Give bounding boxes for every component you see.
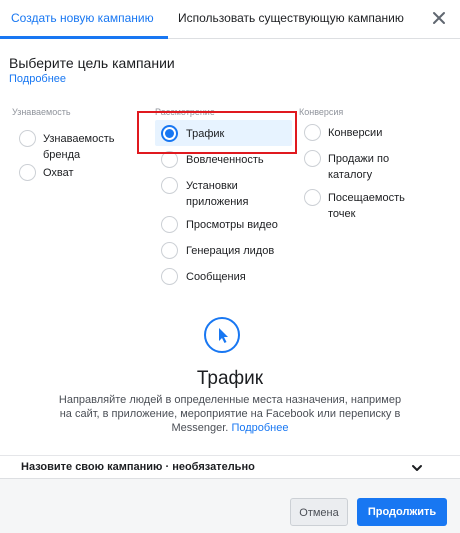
- option-label: Конверсии: [328, 127, 383, 139]
- cancel-button[interactable]: Отмена: [290, 498, 348, 526]
- campaign-name-label: Назовите свою кампанию · необязательно: [21, 461, 255, 473]
- option-label: Трафик: [186, 128, 225, 140]
- radio-button[interactable]: [161, 242, 178, 259]
- cursor-pointer-icon: [204, 317, 240, 353]
- option-label: Генерация лидов: [186, 245, 275, 257]
- objective-engagement[interactable]: Вовлеченность: [161, 151, 289, 173]
- objective-reach[interactable]: Охват: [19, 164, 144, 186]
- radio-button[interactable]: [161, 216, 178, 233]
- objective-messages[interactable]: Сообщения: [161, 268, 289, 290]
- description-text: Направляйте людей в определенные места н…: [58, 394, 402, 434]
- option-label: Посещаемость точек: [328, 192, 405, 220]
- objective-video-views[interactable]: Просмотры видео: [161, 216, 289, 238]
- column-label-conversion: Конверсия: [299, 107, 344, 117]
- column-label-awareness: Узнаваемость: [12, 107, 71, 117]
- option-label: Вовлеченность: [186, 154, 264, 166]
- column-label-consideration: Рассмотрение: [155, 107, 215, 117]
- continue-button[interactable]: Продолжить: [357, 498, 447, 526]
- option-label: Просмотры видео: [186, 219, 278, 231]
- option-label: Установки приложения: [186, 180, 249, 208]
- radio-button[interactable]: [161, 268, 178, 285]
- radio-button[interactable]: [19, 130, 36, 147]
- radio-button[interactable]: [161, 177, 178, 194]
- description-learn-more-link[interactable]: Подробнее: [231, 422, 288, 434]
- tab-bar: Создать новую кампанию Использовать суще…: [0, 0, 460, 39]
- learn-more-link[interactable]: Подробнее: [9, 73, 66, 85]
- radio-button[interactable]: [304, 189, 321, 206]
- radio-button-selected[interactable]: [161, 125, 178, 142]
- option-label: Сообщения: [186, 271, 246, 283]
- option-label: Продажи по каталогу: [328, 153, 390, 181]
- tab-create-new-campaign[interactable]: Создать новую кампанию: [0, 11, 168, 39]
- objective-description: Направляйте людей в определенные места н…: [52, 393, 408, 435]
- page-title: Выберите цель кампании: [9, 55, 175, 71]
- radio-button[interactable]: [161, 151, 178, 168]
- close-icon[interactable]: [430, 9, 448, 27]
- option-label: Охват: [43, 167, 74, 179]
- radio-button[interactable]: [19, 164, 36, 181]
- objective-app-installs[interactable]: Установки приложения: [161, 177, 289, 208]
- radio-button[interactable]: [304, 150, 321, 167]
- objective-store-traffic[interactable]: Посещаемость точек: [304, 189, 429, 220]
- chevron-down-icon[interactable]: [410, 461, 424, 475]
- radio-button[interactable]: [304, 124, 321, 141]
- campaign-name-section[interactable]: Назовите свою кампанию · необязательно: [0, 455, 460, 478]
- option-label: Узнаваемость бренда: [43, 133, 115, 161]
- objective-catalog-sales[interactable]: Продажи по каталогу: [304, 150, 429, 181]
- objective-brand-awareness[interactable]: Узнаваемость бренда: [19, 130, 144, 161]
- objective-traffic[interactable]: Трафик: [161, 125, 289, 147]
- dialog-footer: Отмена Продолжить: [0, 478, 460, 533]
- objective-title: Трафик: [196, 368, 264, 389]
- objective-lead-generation[interactable]: Генерация лидов: [161, 242, 289, 264]
- tab-use-existing-campaign[interactable]: Использовать существующую кампанию: [178, 11, 404, 25]
- objective-conversions[interactable]: Конверсии: [304, 124, 429, 146]
